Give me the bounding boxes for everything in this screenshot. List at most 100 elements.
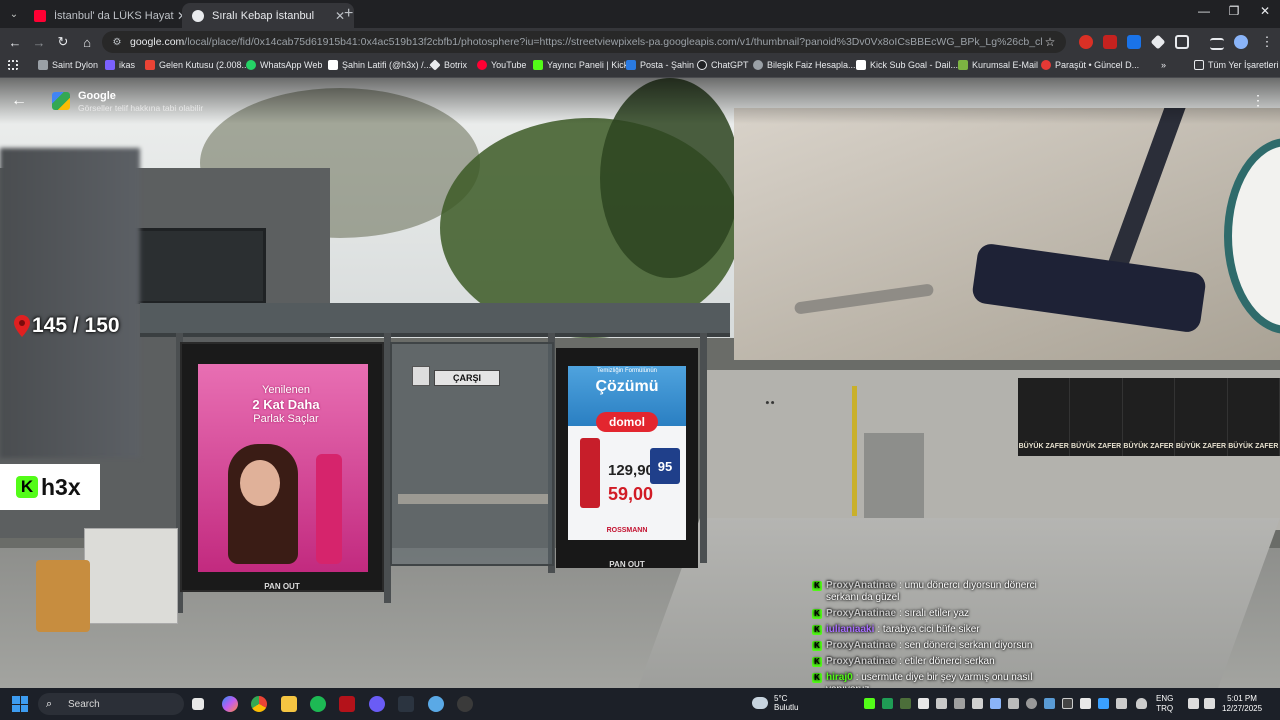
bookmark-ikas[interactable]: ikas	[105, 60, 135, 70]
chrome-icon[interactable]	[251, 696, 267, 712]
browser-toolbar: ← → ↻ ⌂ ⚙ google.com/local/place/fid/0x1…	[0, 28, 1280, 56]
kick-logo-icon: K	[16, 476, 38, 498]
extension-diamond-icon[interactable]	[1150, 34, 1166, 50]
bookmark-gmail[interactable]: Gelen Kutusu (2.008...	[145, 60, 249, 70]
tray-chrome-icon[interactable]	[918, 698, 929, 709]
discord-icon[interactable]	[369, 696, 385, 712]
apps-grid-icon[interactable]	[8, 60, 22, 70]
all-bookmarks-folder[interactable]: Tüm Yer İşaretleri	[1194, 60, 1279, 70]
tray-kick-icon[interactable]	[864, 698, 875, 709]
streamer-badge: K h3x	[0, 464, 100, 510]
search-icon: ⌕	[46, 697, 53, 710]
bookmark-faiz[interactable]: Bileşik Faiz Hesapla...	[753, 60, 856, 70]
copilot-icon[interactable]	[222, 696, 238, 712]
tab-title: İstanbul' da LÜKS Hayatların Gİ	[54, 9, 174, 22]
volume-icon[interactable]	[1204, 698, 1215, 709]
tab-search-button[interactable]: ⌄	[6, 6, 22, 22]
extension-blue-icon[interactable]	[1127, 35, 1141, 49]
back-arrow-icon[interactable]: ←	[6, 33, 24, 51]
file-explorer-icon[interactable]	[281, 696, 297, 712]
windows-taskbar: ⌕ Search 5°C Bulutlu ENG TRQ 5:01 PM 12/27/…	[0, 688, 1280, 720]
tray-app2-icon[interactable]	[936, 698, 947, 709]
home-icon[interactable]: ⌂	[78, 33, 96, 51]
chat-message: K ProxyAnatinae: sıralı etiler yaz	[812, 608, 1072, 620]
spotify-icon[interactable]	[310, 696, 326, 712]
tray-app-icon[interactable]	[882, 698, 893, 709]
extension-shield-icon[interactable]	[1103, 35, 1117, 49]
bookmark-outlook[interactable]: Posta - Şahin	[626, 60, 694, 70]
address-bar[interactable]: ⚙ google.com/local/place/fid/0x14cab75d6…	[102, 31, 1066, 53]
bookmark-kick-sub-goal[interactable]: Kick Sub Goal - Dail...	[856, 60, 958, 70]
settings-gear-icon[interactable]	[428, 696, 444, 712]
x-icon	[328, 60, 338, 70]
tray-app6-icon[interactable]	[1008, 698, 1019, 709]
obs-icon[interactable]	[457, 696, 473, 712]
streamer-name: h3x	[41, 473, 81, 500]
system-clock[interactable]: 5:01 PM 12/27/2025	[1222, 694, 1262, 713]
shelter-sign-square	[412, 366, 430, 386]
forward-arrow-icon[interactable]: →	[30, 33, 48, 51]
bookmark-whatsapp[interactable]: WhatsApp Web	[246, 60, 322, 70]
wall-graffiti: ☻☻	[764, 400, 776, 406]
ad-model-face	[240, 460, 280, 506]
bookmark-kurumsal-mail[interactable]: Kurumsal E-Mail	[958, 60, 1038, 70]
tray-app5-icon[interactable]	[990, 698, 1001, 709]
bookmark-parasut[interactable]: Paraşüt • Güncel D...	[1041, 60, 1139, 70]
bookmarks-bar: Saint Dylon ikas Gelen Kutusu (2.008... …	[0, 56, 1280, 78]
new-tab-button[interactable]: +	[344, 5, 353, 23]
tray-app3-icon[interactable]	[954, 698, 965, 709]
back-arrow-icon[interactable]: ←	[8, 90, 30, 112]
tray-app9-icon[interactable]	[1098, 698, 1109, 709]
usb-icon[interactable]	[1116, 698, 1127, 709]
site-info-icon[interactable]: ⚙	[110, 35, 124, 49]
tray-app7-icon[interactable]	[1026, 698, 1037, 709]
network-icon[interactable]	[1188, 698, 1199, 709]
restore-button[interactable]: ❐	[1219, 4, 1249, 18]
chat-message: K ProxyAnatinae: umu dönercı dıyorsun dö…	[812, 580, 1072, 604]
bookmark-saint-dylon[interactable]: Saint Dylon	[38, 60, 98, 70]
minimize-button[interactable]: —	[1189, 4, 1219, 18]
tray-app8-icon[interactable]	[1080, 698, 1091, 709]
tray-app4-icon[interactable]	[972, 698, 983, 709]
bookmark-chatgpt[interactable]: ChatGPT	[697, 60, 749, 70]
capcut-icon[interactable]	[398, 696, 414, 712]
tray-nvidia-icon[interactable]	[900, 698, 911, 709]
provider-name: Google	[78, 90, 116, 102]
close-window-button[interactable]: ✕	[1250, 4, 1280, 18]
app-red-icon[interactable]	[339, 696, 355, 712]
extension-red-icon[interactable]	[1079, 35, 1093, 49]
tab-youtube[interactable]: İstanbul' da LÜKS Hayatların Gİ ✕	[24, 3, 196, 28]
microphone-icon[interactable]	[1136, 698, 1147, 709]
tray-capcut-icon[interactable]	[1062, 698, 1073, 709]
task-view-icon[interactable]	[192, 698, 204, 710]
input-language[interactable]: ENG TRQ	[1156, 694, 1173, 713]
more-bookmarks-icon[interactable]: »	[1161, 60, 1166, 70]
location-counter: 145 / 150	[14, 314, 120, 338]
bookmark-kick-panel[interactable]: Yayıncı Paneli | Kick	[533, 60, 628, 70]
weather-widget[interactable]: 5°C Bulutlu	[752, 694, 798, 712]
extensions-puzzle-icon[interactable]	[1175, 35, 1189, 49]
menu-kebab-icon[interactable]: ⋮	[1258, 33, 1276, 51]
reload-icon[interactable]: ↻	[54, 33, 72, 51]
bookmark-botrix[interactable]: Botrix	[429, 59, 467, 71]
url-path: /local/place/fid/0x14cab75d61915b41:0x4a…	[184, 36, 1042, 48]
tab-siral-kebap[interactable]: Sıralı Kebap İstanbul ✕	[182, 3, 354, 28]
profile-avatar[interactable]	[1234, 35, 1248, 49]
chatgpt-icon	[697, 60, 707, 70]
grid-icon	[856, 60, 866, 70]
tray-steam-icon[interactable]	[1044, 698, 1055, 709]
vacuum-billboard	[734, 108, 1280, 360]
taskbar-search[interactable]: ⌕ Search	[38, 693, 184, 715]
reading-list-icon[interactable]	[1210, 38, 1224, 50]
bookmark-star-icon[interactable]: ☆	[1042, 35, 1058, 49]
bookmark-x[interactable]: Şahin Latifi (@h3x) /...	[328, 60, 431, 70]
blurred-foreground	[0, 148, 140, 458]
streetview-panorama[interactable]: ☻☻ BÜYÜK ZAFER BÜYÜK ZAFER BÜYÜK ZAFER B…	[0, 78, 1280, 688]
ad-product-bottle	[316, 454, 342, 564]
spray-can	[580, 438, 600, 508]
bookmark-youtube[interactable]: YouTube	[477, 60, 526, 70]
outlook-icon	[626, 60, 636, 70]
windows-start-icon[interactable]	[12, 696, 28, 712]
more-options-icon[interactable]: ⋮	[1248, 92, 1268, 112]
map-pin-icon	[14, 315, 30, 337]
